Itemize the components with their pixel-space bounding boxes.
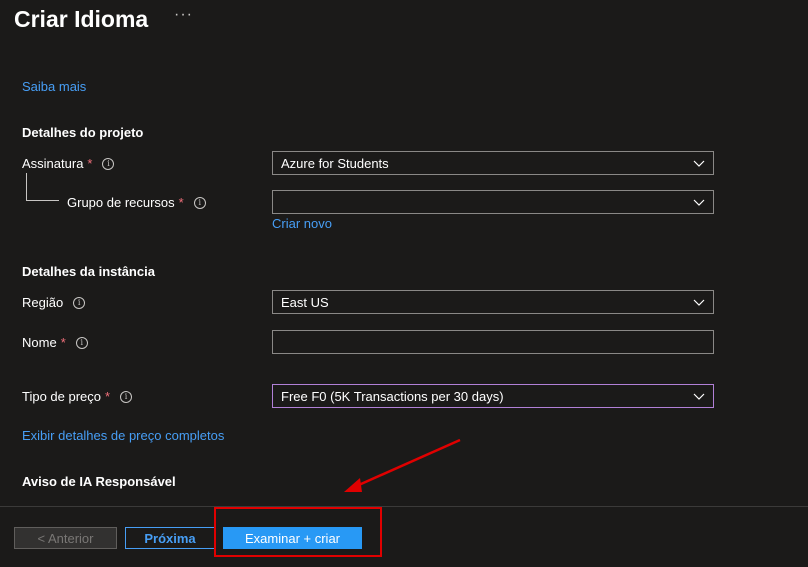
pricing-tier-select[interactable]: Free F0 (5K Transactions per 30 days) xyxy=(272,384,714,408)
info-icon[interactable]: i xyxy=(193,196,206,209)
name-label: Nome * i xyxy=(22,335,88,350)
info-icon[interactable]: i xyxy=(102,157,115,170)
region-label-text: Região xyxy=(22,295,64,310)
info-icon[interactable]: i xyxy=(75,336,88,349)
pricing-tier-label-text: Tipo de preço xyxy=(22,389,102,404)
responsible-ai-heading: Aviso de IA Responsável xyxy=(22,474,176,489)
instance-details-heading: Detalhes da instância xyxy=(22,264,155,279)
region-label: Região i xyxy=(22,295,86,310)
chevron-down-icon xyxy=(693,199,705,206)
create-new-link[interactable]: Criar novo xyxy=(272,216,332,231)
annotation-highlight-box xyxy=(214,507,382,557)
region-value: East US xyxy=(281,294,329,310)
name-label-text: Nome xyxy=(22,335,57,350)
subscription-label-text: Assinatura xyxy=(22,156,84,171)
page-title: Criar Idioma xyxy=(14,6,149,32)
subscription-select[interactable]: Azure for Students xyxy=(272,151,714,175)
resource-group-label: Grupo de recursos * i xyxy=(67,195,206,210)
info-icon[interactable]: i xyxy=(120,390,133,403)
chevron-down-icon xyxy=(693,160,705,167)
footer-divider xyxy=(0,506,808,507)
chevron-down-icon xyxy=(693,299,705,306)
subscription-label: Assinatura * i xyxy=(22,156,115,171)
resource-group-select[interactable] xyxy=(272,190,714,214)
pricing-tier-value: Free F0 (5K Transactions per 30 days) xyxy=(281,388,504,404)
resource-group-label-text: Grupo de recursos xyxy=(67,195,175,210)
tree-connector xyxy=(26,173,59,201)
learn-more-link[interactable]: Saiba mais xyxy=(22,79,86,94)
project-details-heading: Detalhes do projeto xyxy=(22,125,144,140)
more-options-icon[interactable]: ··· xyxy=(174,6,193,24)
region-select[interactable]: East US xyxy=(272,290,714,314)
annotation-arrow xyxy=(344,438,461,492)
info-icon[interactable]: i xyxy=(73,296,86,309)
name-input[interactable] xyxy=(272,330,714,354)
previous-button[interactable]: < Anterior xyxy=(14,527,117,549)
required-asterisk: * xyxy=(105,389,111,404)
required-asterisk: * xyxy=(60,335,66,350)
pricing-tier-label: Tipo de preço * i xyxy=(22,389,133,404)
pricing-details-link[interactable]: Exibir detalhes de preço completos xyxy=(22,428,224,443)
required-asterisk: * xyxy=(178,195,184,210)
subscription-value: Azure for Students xyxy=(281,155,389,171)
required-asterisk: * xyxy=(87,156,93,171)
next-button[interactable]: Próxima xyxy=(125,527,215,549)
chevron-down-icon xyxy=(693,393,705,400)
